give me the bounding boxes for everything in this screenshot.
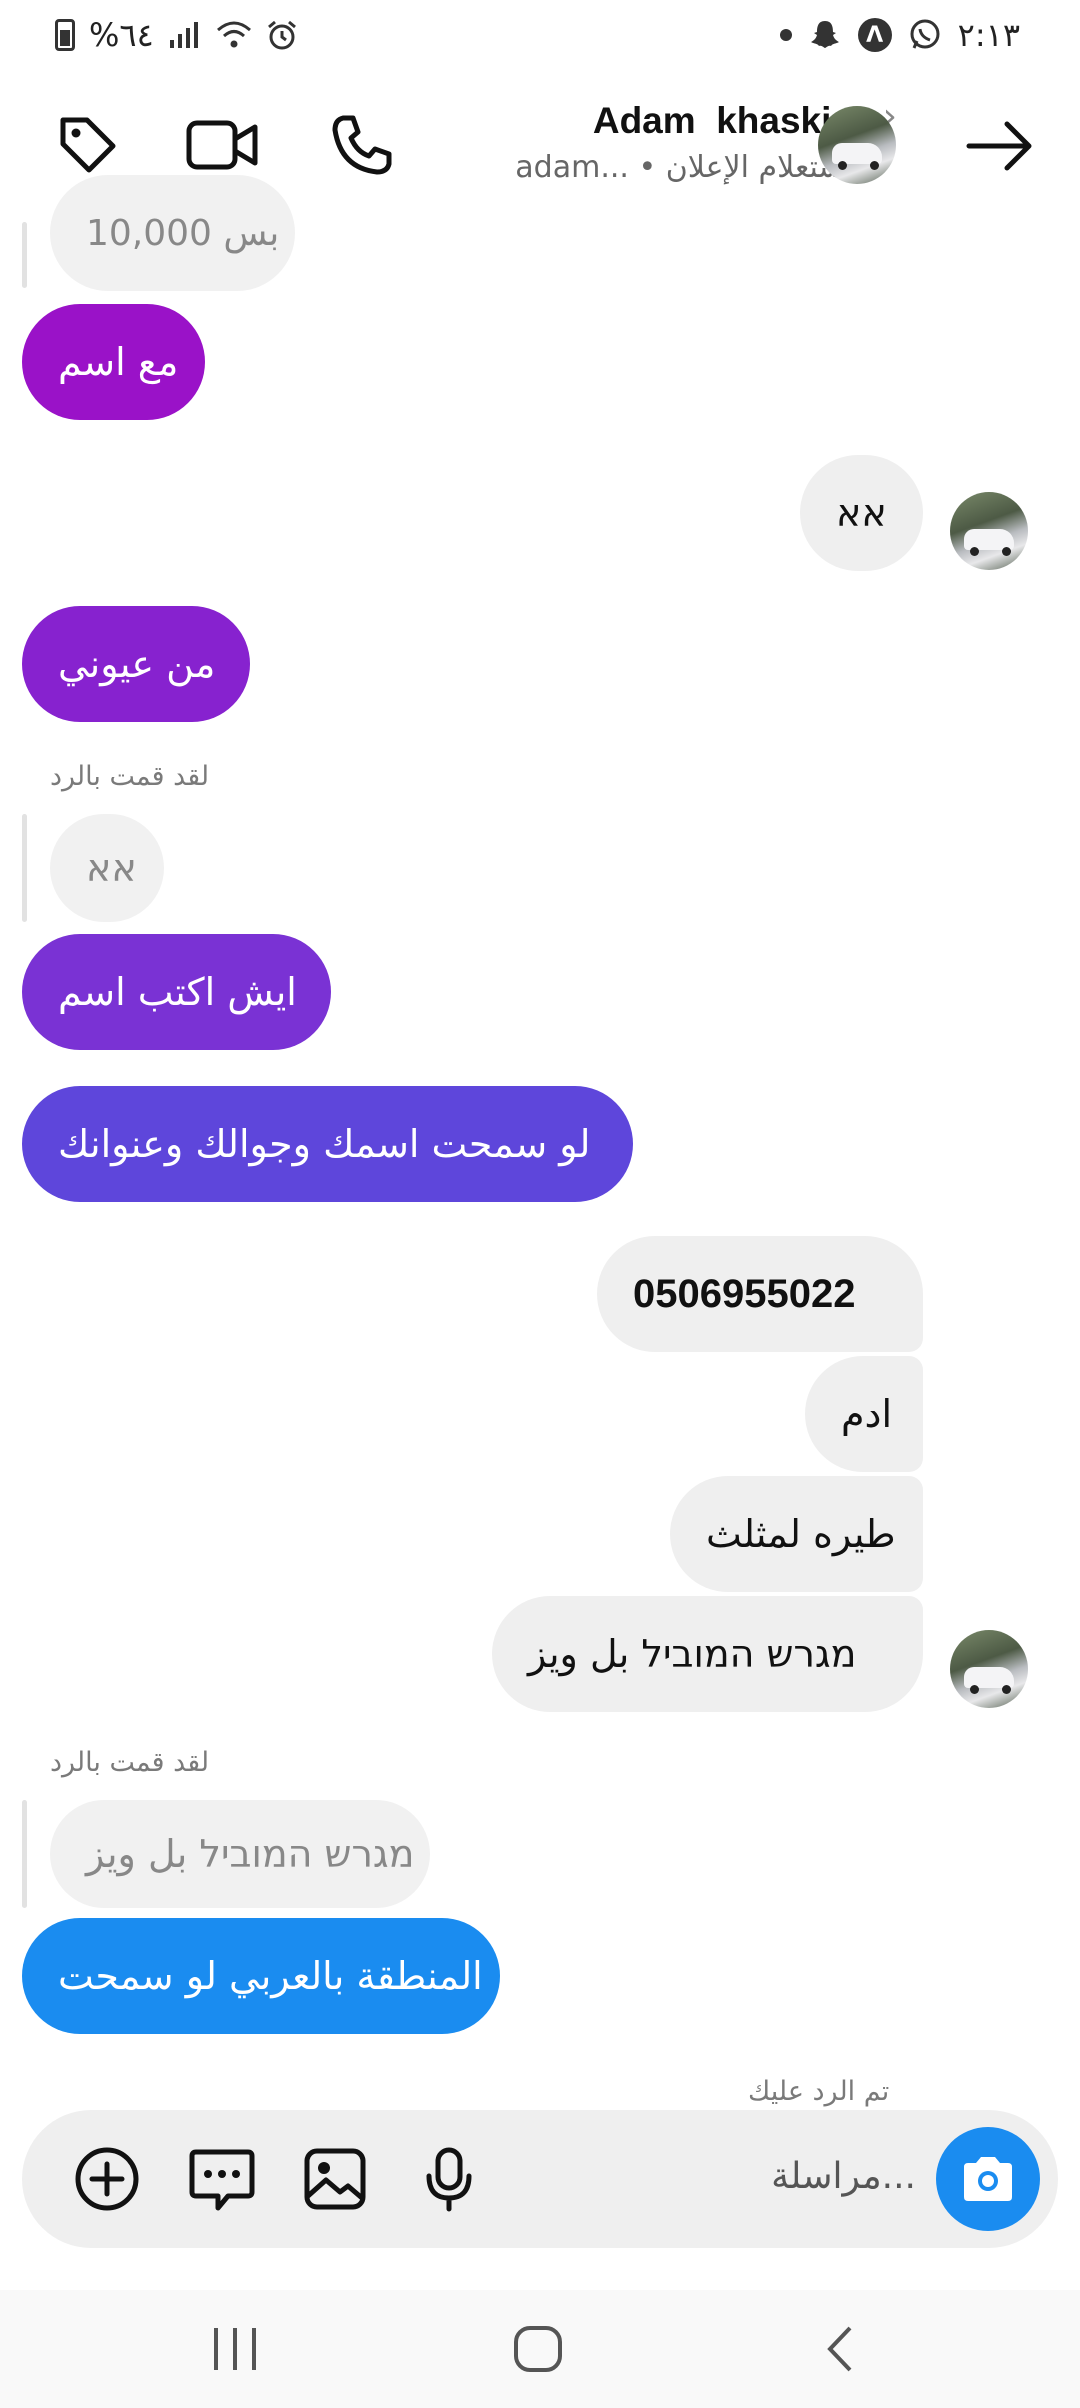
video-call-icon[interactable]: [182, 105, 262, 185]
battery-icon: [55, 19, 75, 51]
contact-subtitle: adam... • استعلام الإعلان: [515, 150, 852, 185]
message-in[interactable]: مع اسم: [22, 304, 205, 420]
plus-icon[interactable]: [72, 2144, 142, 2214]
quote-line: [22, 814, 27, 922]
recent-apps-icon[interactable]: [210, 2324, 260, 2378]
signal-icon: [169, 22, 198, 48]
camera-icon[interactable]: [936, 2127, 1040, 2231]
nav-back-icon[interactable]: [820, 2324, 860, 2378]
message-out[interactable]: מגרש המוביל بل ويز: [492, 1596, 923, 1712]
avatar: [950, 492, 1028, 570]
reply-label: لقد قمت بالرد: [50, 761, 210, 792]
message-composer: مراسلة...: [22, 2110, 1058, 2248]
status-bar: %٦٤ Λ ٢:١٣: [0, 0, 1080, 72]
status-left: %٦٤: [55, 16, 298, 54]
message-out[interactable]: طيره لمثلث: [670, 1476, 923, 1592]
battery-percent: %٦٤: [89, 16, 154, 54]
wifi-icon: [216, 21, 251, 48]
status-right: Λ ٢:١٣: [779, 16, 1020, 54]
quote-line: [22, 1800, 27, 1908]
message-out[interactable]: אא: [800, 455, 923, 571]
quoted-message[interactable]: אא: [50, 814, 164, 922]
sticker-icon[interactable]: [187, 2144, 257, 2214]
home-icon[interactable]: [512, 2324, 564, 2378]
quoted-message[interactable]: بس 10,000: [50, 175, 295, 291]
gallery-icon[interactable]: [300, 2144, 370, 2214]
snapchat-icon: [810, 21, 839, 48]
message-in[interactable]: المنطقة بالعربي لو سمحت: [22, 1918, 500, 2034]
quoted-message[interactable]: מגרש המוביל بل ويز: [50, 1800, 430, 1908]
message-in[interactable]: ايش اكتب اسم: [22, 934, 331, 1050]
reply-label: لقد قمت بالرد: [50, 1747, 210, 1778]
contact-avatar[interactable]: [818, 106, 896, 184]
message-in[interactable]: من عيوني: [22, 606, 250, 722]
contact-name[interactable]: Adam khaskia: [593, 100, 852, 142]
microphone-icon[interactable]: [414, 2144, 484, 2214]
quote-line: [22, 222, 27, 288]
back-arrow-icon[interactable]: [960, 106, 1040, 186]
app-badge-icon: Λ: [857, 18, 892, 52]
alarm-icon: [267, 20, 296, 50]
message-input[interactable]: مراسلة...: [771, 2156, 916, 2197]
system-nav-bar: [0, 2290, 1080, 2408]
replied-to-you-label: تم الرد عليك: [748, 2076, 890, 2107]
message-in[interactable]: لو سمحت اسمك وجوالك وعنوانك: [22, 1086, 633, 1202]
tag-icon[interactable]: [48, 105, 128, 185]
whatsapp-icon: [910, 19, 940, 49]
notification-dot-icon: [779, 29, 792, 41]
message-out[interactable]: ادم: [805, 1356, 923, 1472]
phone-icon[interactable]: [322, 105, 402, 185]
avatar: [950, 1630, 1028, 1708]
clock: ٢:١٣: [957, 16, 1020, 54]
message-out[interactable]: 0506955022: [597, 1236, 923, 1352]
